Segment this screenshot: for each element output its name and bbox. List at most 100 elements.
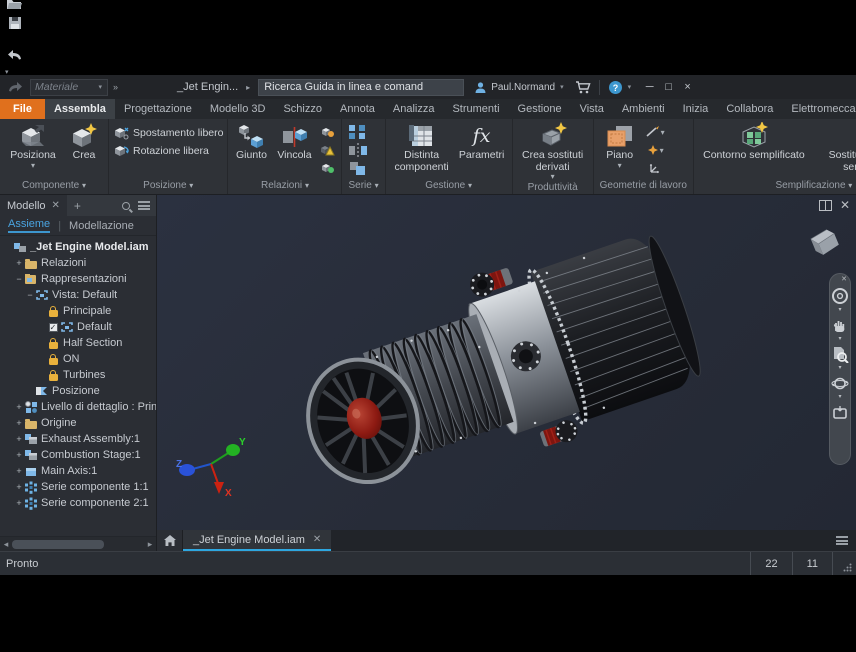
ribbon-tab-analizza[interactable]: Analizza <box>384 99 444 119</box>
tree-item[interactable]: Turbines <box>0 367 156 383</box>
expand-toggle[interactable]: − <box>25 290 35 300</box>
tree-item[interactable]: _Jet Engine Model.iam <box>0 239 156 255</box>
expand-toggle[interactable]: + <box>14 402 24 412</box>
split-view-icon[interactable] <box>818 199 832 211</box>
panel-label[interactable]: Gestione ▾ <box>386 179 512 194</box>
open-folder-button[interactable] <box>4 0 25 13</box>
derived-button[interactable]: Crea sostituti derivati ▾ <box>517 121 589 181</box>
ribbon-tab-inizia[interactable]: Inizia <box>674 99 718 119</box>
panel-label[interactable]: Relazioni ▾ <box>228 179 341 194</box>
tree-item[interactable]: − Vista: Default <box>0 287 156 303</box>
ribbon-tab-schizzo[interactable]: Schizzo <box>274 99 331 119</box>
pattern-mirror-button[interactable] <box>348 142 368 158</box>
tree-item[interactable]: + Combustion Stage:1 <box>0 447 156 463</box>
panel-label[interactable]: Semplificazione ▾ <box>694 179 856 194</box>
tree-item[interactable]: + Exhaust Assembly:1 <box>0 431 156 447</box>
tree-item[interactable]: + Origine <box>0 415 156 431</box>
pattern-copy-button[interactable] <box>348 160 368 176</box>
maximize-button[interactable]: □ <box>659 77 678 97</box>
chevron-down-icon[interactable]: ▾ <box>4 69 10 76</box>
ribbon-tab-assembla[interactable]: Assembla <box>44 99 115 119</box>
expand-toggle[interactable]: + <box>14 450 24 460</box>
ribbon-tab-collabora[interactable]: Collabora <box>717 99 782 119</box>
viewport[interactable]: ✕ ✕ ▾ ▾ ▾ ▾ Y Z X <box>157 195 856 530</box>
panel-label[interactable]: Componente ▾ <box>0 179 108 194</box>
help-search-input[interactable]: Ricerca Guida in linea e comand <box>258 78 465 96</box>
undo-button[interactable] <box>4 45 25 65</box>
ribbon-tab-modello-3d[interactable]: Modello 3D <box>201 99 275 119</box>
joint-button[interactable]: Giunto <box>232 121 270 179</box>
expand-toggle[interactable]: + <box>14 434 24 444</box>
relation-warning-button[interactable] <box>320 144 336 157</box>
home-tab[interactable] <box>157 530 183 551</box>
free-move-button[interactable]: Spostamento libero <box>113 126 223 140</box>
add-browser-tab-button[interactable]: + <box>67 199 88 213</box>
work-ucs-button[interactable] <box>648 162 662 174</box>
resize-grip-icon[interactable] <box>832 552 856 575</box>
panel-label[interactable]: Produttività <box>513 181 593 194</box>
tree-item[interactable]: ON <box>0 351 156 367</box>
expand-toggle[interactable]: + <box>14 498 24 508</box>
tree-item[interactable]: + Relazioni <box>0 255 156 271</box>
ribbon-tab-gestione[interactable]: Gestione <box>509 99 571 119</box>
pan-hand-button[interactable] <box>831 313 849 337</box>
tree-item[interactable]: Principale <box>0 303 156 319</box>
relation-hide-button[interactable] <box>320 162 335 175</box>
expand-toggle[interactable]: + <box>14 466 24 476</box>
help-icon[interactable]: ? <box>606 77 625 97</box>
tree-item[interactable]: + Serie componente 2:1 <box>0 495 156 511</box>
material-combobox[interactable]: Materiale ▾ <box>30 78 108 96</box>
navigation-wheel-button[interactable] <box>831 284 849 308</box>
ribbon-tab-progettazione[interactable]: Progettazione <box>115 99 201 119</box>
close-button[interactable]: × <box>678 77 697 97</box>
ribbon-tab-elettromeccanico[interactable]: Elettromeccanico <box>782 99 856 119</box>
place-component-button[interactable]: Posiziona ▾ <box>4 121 62 179</box>
expand-toggle[interactable]: − <box>14 274 24 284</box>
browser-subtab-assieme[interactable]: Assieme <box>8 218 51 233</box>
signed-in-user[interactable]: Paul.Normand <box>491 82 555 93</box>
scroll-left-icon[interactable]: ◂ <box>0 539 12 550</box>
browser-menu-icon[interactable] <box>138 201 150 210</box>
browser-tab-model[interactable]: Modello ✕ <box>0 195 67 216</box>
tree-item[interactable]: + Livello di dettaglio : Principale <box>0 399 156 415</box>
panel-label[interactable]: Geometrie di lavoro <box>594 179 693 194</box>
jet-engine-model[interactable] <box>275 223 715 508</box>
navigation-bar[interactable]: ✕ ▾ ▾ ▾ ▾ <box>829 273 851 465</box>
chevron-down-icon[interactable]: ▾ <box>559 83 565 91</box>
look-at-button[interactable] <box>831 400 849 424</box>
visibility-checkbox[interactable]: ✓ <box>48 322 58 332</box>
view-cube[interactable] <box>804 221 844 261</box>
redo-button[interactable] <box>4 77 25 97</box>
search-icon[interactable] <box>122 201 130 210</box>
ribbon-tab-strumenti[interactable]: Strumenti <box>443 99 508 119</box>
create-component-button[interactable]: Crea <box>64 121 104 179</box>
expand-toggle[interactable]: + <box>14 418 24 428</box>
browser-subtab-modellazione[interactable]: Modellazione <box>69 220 134 232</box>
ribbon-tab-ambienti[interactable]: Ambienti <box>613 99 674 119</box>
work-plane-button[interactable]: Piano ▾ <box>598 121 642 179</box>
close-icon[interactable]: ✕ <box>313 534 321 545</box>
tree-item[interactable]: Half Section <box>0 335 156 351</box>
app-store-cart-icon[interactable] <box>573 77 593 97</box>
close-icon[interactable]: ✕ <box>841 275 847 283</box>
simplify-contour-button[interactable]: Contorno semplificato <box>698 121 810 179</box>
simplify-substitute-button[interactable]: Sostituto contorno semplificato <box>812 121 856 179</box>
panel-label[interactable]: Serie ▾ <box>342 179 384 194</box>
expand-toggle[interactable]: + <box>14 258 24 268</box>
scroll-right-icon[interactable]: ▸ <box>144 539 156 550</box>
close-document-icon[interactable]: ✕ <box>840 198 850 212</box>
fx-button[interactable]: fx Parametri <box>456 121 508 179</box>
zoom-button[interactable] <box>831 342 849 366</box>
tree-item[interactable]: + Main Axis:1 <box>0 463 156 479</box>
tree-item[interactable]: + Serie componente 1:1 <box>0 479 156 495</box>
minimize-button[interactable]: ─ <box>640 77 659 97</box>
document-tab[interactable]: _Jet Engine Model.iam ✕ <box>183 530 332 551</box>
bom-button[interactable]: Distinta componenti <box>390 121 454 179</box>
close-icon[interactable]: ✕ <box>52 200 60 211</box>
constrain-button[interactable]: Vincola <box>272 121 316 179</box>
orbit-button[interactable] <box>831 371 849 395</box>
browser-horizontal-scrollbar[interactable]: ◂ ▸ <box>0 536 156 551</box>
save-button[interactable] <box>4 13 25 33</box>
qat-overflow-icon[interactable]: » <box>110 82 121 92</box>
expand-toggle[interactable]: + <box>14 482 24 492</box>
